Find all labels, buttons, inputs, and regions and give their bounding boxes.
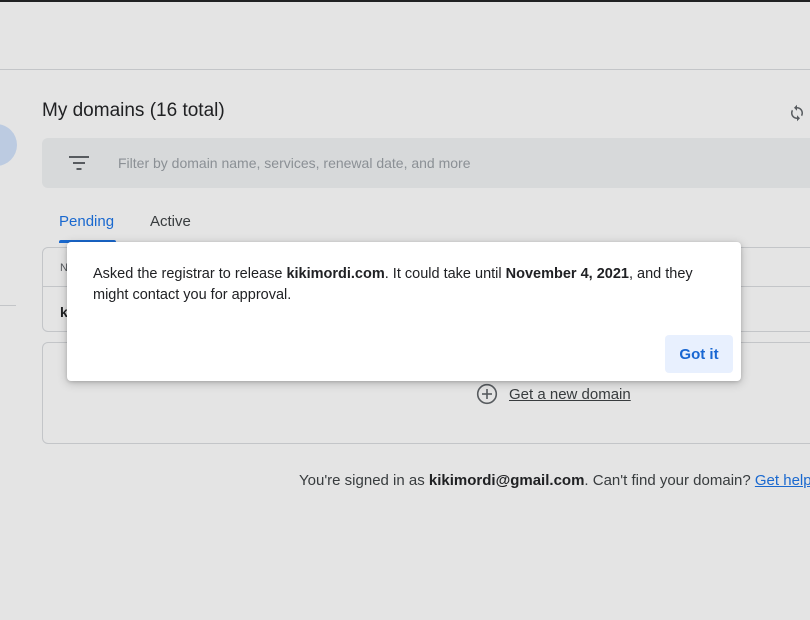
got-it-button[interactable]: Got it (665, 335, 733, 373)
dialog-text-1: Asked the registrar to release (93, 266, 287, 282)
dialog-message: Asked the registrar to release kikimordi… (93, 264, 721, 306)
dialog-date: November 4, 2021 (505, 266, 629, 282)
dialog-domain: kikimordi.com (286, 266, 385, 282)
dialog-text-2: . It could take until (384, 266, 506, 282)
release-dialog: Asked the registrar to release kikimordi… (67, 242, 741, 381)
